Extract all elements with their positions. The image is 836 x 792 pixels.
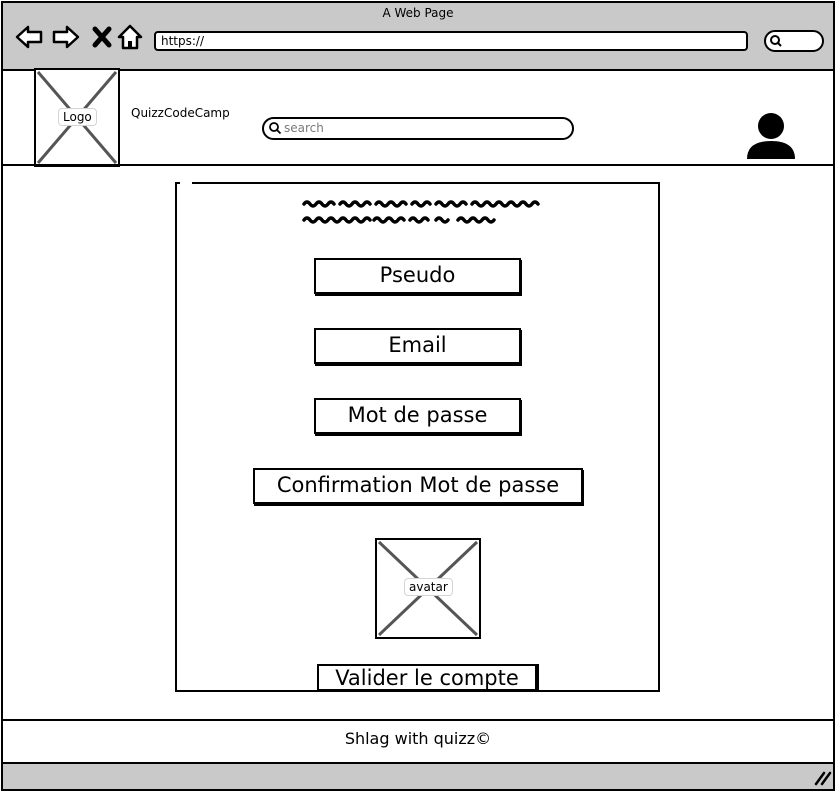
site-name[interactable]: QuizzCodeCamp: [131, 106, 230, 120]
pseudo-field[interactable]: Pseudo: [314, 258, 521, 294]
browser-statusbar: [3, 764, 833, 789]
header-divider: [3, 164, 833, 166]
email-field[interactable]: Email: [314, 328, 521, 364]
resize-grip-icon[interactable]: [812, 770, 832, 786]
footer-divider: [3, 719, 833, 721]
validate-account-button[interactable]: Valider le compte: [317, 664, 539, 692]
footer-text: Shlag with quizz©: [344, 729, 492, 748]
back-arrow-icon[interactable]: [14, 22, 44, 52]
card-border-gap: [180, 180, 192, 185]
logo-label: Logo: [58, 108, 97, 126]
search-icon: [269, 122, 282, 135]
confirm-password-field[interactable]: Confirmation Mot de passe: [253, 468, 583, 504]
scribbled-text-placeholder: [302, 200, 540, 224]
close-icon[interactable]: [87, 22, 117, 52]
search-placeholder: search: [284, 121, 324, 135]
password-field[interactable]: Mot de passe: [314, 398, 521, 434]
forward-arrow-icon[interactable]: [51, 22, 81, 52]
window-title: A Web Page: [382, 6, 454, 20]
user-icon[interactable]: [746, 111, 796, 161]
home-icon[interactable]: [115, 22, 145, 52]
titlebar-divider: [3, 69, 833, 71]
search-icon: [770, 35, 782, 47]
browser-search-box[interactable]: [764, 30, 824, 52]
avatar-label: avatar: [404, 578, 453, 596]
url-bar[interactable]: https://: [154, 31, 748, 51]
